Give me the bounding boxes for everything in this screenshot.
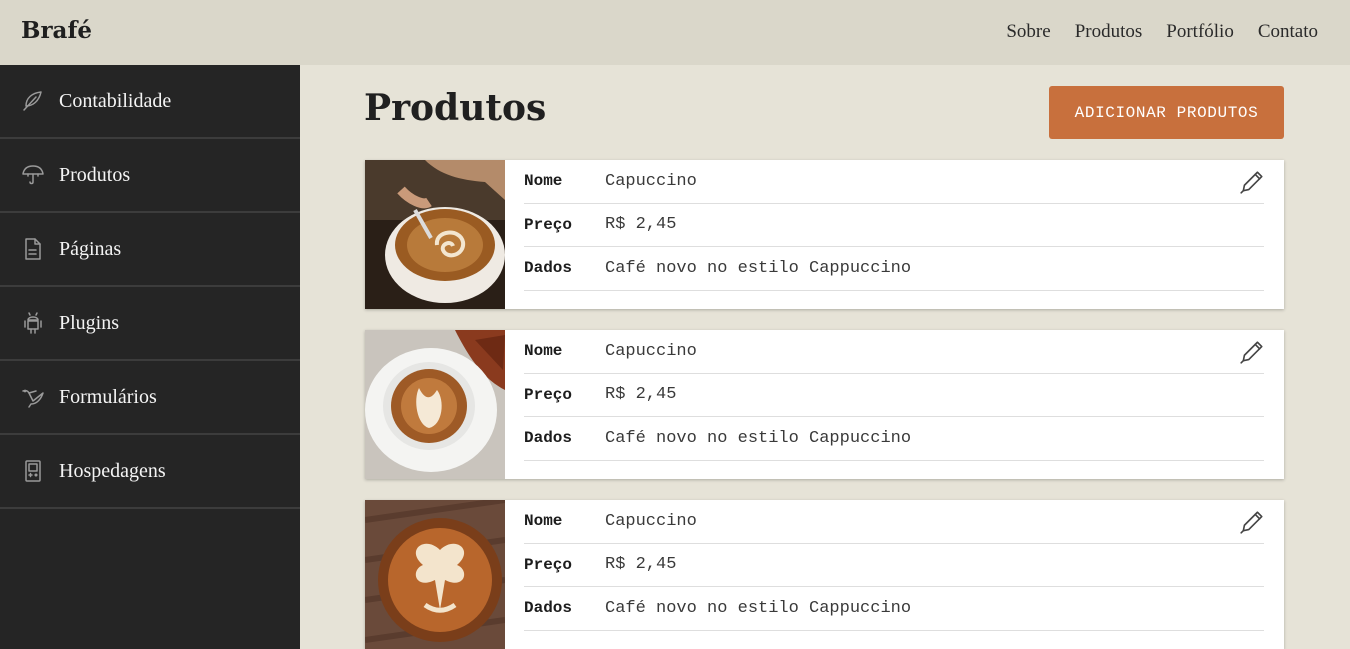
field-label: Nome bbox=[524, 342, 563, 361]
sidebar-item-label: Formulários bbox=[59, 385, 157, 408]
product-field-row: Preço R$ 2,45 bbox=[524, 374, 1264, 417]
nav-link-sobre[interactable]: Sobre bbox=[1006, 21, 1050, 43]
top-nav: Sobre Produtos Portfólio Contato bbox=[1006, 21, 1318, 43]
page-title: Produtos bbox=[364, 87, 547, 129]
product-image bbox=[365, 330, 505, 479]
add-products-button[interactable]: ADICIONAR PRODUTOS bbox=[1049, 86, 1284, 139]
field-label: Dados bbox=[524, 429, 573, 448]
product-info: Nome Capuccino Preço R$ 2,45 Dados Café … bbox=[505, 160, 1284, 309]
product-card: Nome Capuccino Preço R$ 2,45 Dados Café … bbox=[364, 497, 1284, 649]
edit-button[interactable] bbox=[1238, 169, 1266, 197]
sidebar-item-label: Contabilidade bbox=[59, 89, 172, 112]
main-content: Produtos ADICIONAR PRODUTOS Nome Capucci… bbox=[300, 65, 1350, 649]
product-field-row: Dados Café novo no estilo Cappuccino bbox=[524, 587, 1264, 631]
nav-link-portfolio[interactable]: Portfólio bbox=[1166, 21, 1234, 43]
field-label: Nome bbox=[524, 172, 563, 191]
field-label: Dados bbox=[524, 259, 573, 278]
field-label: Preço bbox=[524, 215, 573, 234]
field-value: Café novo no estilo Cappuccino bbox=[605, 258, 912, 278]
feather-icon bbox=[20, 88, 46, 114]
pencil-icon bbox=[1240, 341, 1263, 364]
field-value: Café novo no estilo Cappuccino bbox=[605, 598, 912, 618]
sidebar-item-paginas[interactable]: Páginas bbox=[0, 213, 300, 287]
field-value: Capuccino bbox=[605, 171, 697, 191]
field-value: Capuccino bbox=[605, 511, 697, 531]
sidebar-item-label: Hospedagens bbox=[59, 459, 166, 482]
android-icon bbox=[20, 310, 46, 336]
sidebar-item-formularios[interactable]: Formulários bbox=[0, 361, 300, 435]
product-image bbox=[364, 497, 506, 649]
pencil-icon bbox=[1240, 511, 1263, 534]
sidebar-item-label: Plugins bbox=[59, 311, 120, 334]
gameboy-icon bbox=[20, 458, 46, 484]
sidebar-item-hospedagens[interactable]: Hospedagens bbox=[0, 435, 300, 509]
field-value: R$ 2,45 bbox=[605, 215, 677, 235]
field-value: R$ 2,45 bbox=[605, 555, 677, 575]
product-field-row: Nome Capuccino bbox=[524, 160, 1264, 204]
bird-icon bbox=[20, 384, 46, 410]
field-label: Preço bbox=[524, 555, 573, 574]
brand-logo[interactable]: Brafé bbox=[21, 17, 92, 44]
sidebar-item-produtos[interactable]: Produtos bbox=[0, 139, 300, 213]
field-value: Café novo no estilo Cappuccino bbox=[605, 428, 912, 448]
product-field-row: Dados Café novo no estilo Cappuccino bbox=[524, 417, 1264, 461]
product-field-row: Nome Capuccino bbox=[524, 500, 1264, 544]
field-label: Nome bbox=[524, 512, 563, 531]
edit-button[interactable] bbox=[1238, 509, 1266, 537]
product-card: Nome Capuccino Preço R$ 2,45 Dados Café … bbox=[365, 330, 1284, 479]
product-field-row: Dados Café novo no estilo Cappuccino bbox=[524, 247, 1264, 291]
field-value: Capuccino bbox=[605, 341, 697, 361]
edit-button[interactable] bbox=[1238, 339, 1266, 367]
product-field-row: Nome Capuccino bbox=[524, 330, 1264, 374]
product-image bbox=[365, 160, 505, 309]
sidebar-item-label: Produtos bbox=[59, 163, 131, 186]
field-label: Dados bbox=[524, 599, 573, 618]
nav-link-contato[interactable]: Contato bbox=[1258, 21, 1318, 43]
document-icon bbox=[20, 236, 46, 262]
product-card: Nome Capuccino Preço R$ 2,45 Dados Café … bbox=[365, 160, 1284, 309]
sidebar-item-contabilidade[interactable]: Contabilidade bbox=[0, 65, 300, 139]
product-info: Nome Capuccino Preço R$ 2,45 Dados Café … bbox=[505, 330, 1284, 479]
product-field-row: Preço R$ 2,45 bbox=[524, 204, 1264, 247]
top-navbar: Brafé Sobre Produtos Portfólio Contato bbox=[0, 0, 1350, 65]
pencil-icon bbox=[1240, 171, 1263, 194]
product-info: Nome Capuccino Preço R$ 2,45 Dados Café … bbox=[505, 500, 1284, 649]
umbrella-icon bbox=[20, 162, 46, 188]
product-field-row: Preço R$ 2,45 bbox=[524, 544, 1264, 587]
field-label: Preço bbox=[524, 385, 573, 404]
sidebar-item-plugins[interactable]: Plugins bbox=[0, 287, 300, 361]
sidebar: Contabilidade Produtos Páginas Plugins F… bbox=[0, 65, 300, 649]
field-value: R$ 2,45 bbox=[605, 385, 677, 405]
sidebar-item-label: Páginas bbox=[59, 237, 122, 260]
nav-link-produtos[interactable]: Produtos bbox=[1075, 21, 1143, 43]
